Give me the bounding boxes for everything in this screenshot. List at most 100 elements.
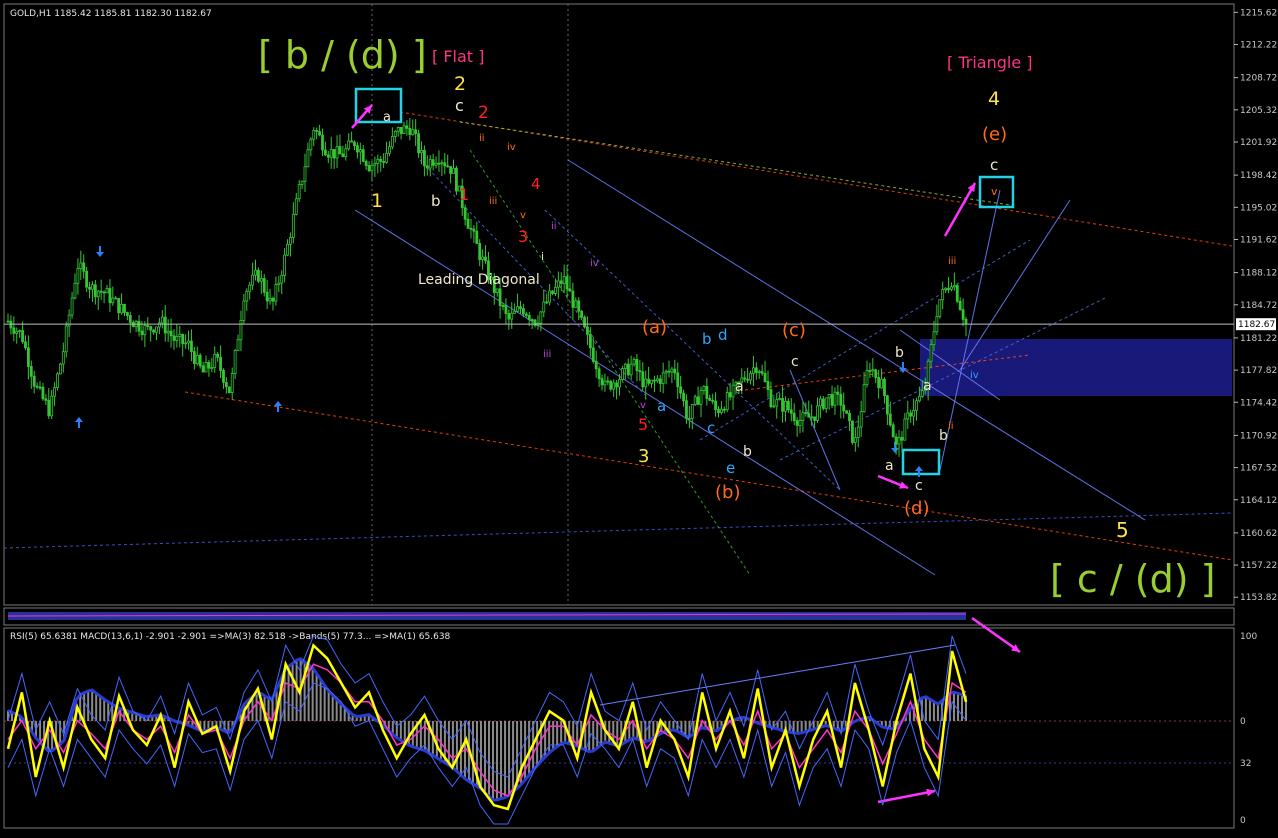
candle-body xyxy=(626,363,630,376)
candle-body xyxy=(111,297,115,304)
candle-body xyxy=(114,297,118,300)
candle-body xyxy=(204,362,208,373)
candle-body xyxy=(714,400,717,410)
candle-body xyxy=(137,320,141,332)
candle-body xyxy=(85,270,89,288)
candle-body xyxy=(821,398,825,409)
candle-body xyxy=(455,167,458,192)
candle-body xyxy=(315,130,319,132)
candle-body xyxy=(32,375,36,387)
wave-label: [ Flat ] xyxy=(432,47,484,66)
candle-body xyxy=(638,370,642,373)
candle-body xyxy=(230,373,234,393)
candle-body xyxy=(335,146,339,159)
candle-body xyxy=(682,392,685,402)
candle-body xyxy=(720,408,723,413)
candle-body xyxy=(356,145,359,153)
candle-body xyxy=(242,300,246,321)
candle-body xyxy=(819,398,822,407)
price-tick-label: 1170.92 xyxy=(1240,431,1277,441)
candle-body xyxy=(760,371,764,374)
price-tick-label: 1188.12 xyxy=(1240,269,1277,279)
candle-body xyxy=(245,290,249,302)
indicator-header: RSI(5) 65.6381 MACD(13,6,1) -2.901 -2.90… xyxy=(10,632,451,642)
candle-body xyxy=(591,347,595,362)
candle-body xyxy=(15,330,19,334)
wave-label: (c) xyxy=(782,320,806,341)
candle-body xyxy=(472,228,476,232)
candle-body xyxy=(102,291,106,294)
price-tick-label: 1184.72 xyxy=(1240,301,1277,311)
candle-body xyxy=(784,400,787,412)
candle-body xyxy=(915,400,918,411)
candle-body xyxy=(192,351,196,364)
candle-body xyxy=(824,397,828,409)
candle-body xyxy=(393,130,397,137)
candle-body xyxy=(21,330,24,343)
candle-body xyxy=(332,149,336,159)
candle-body xyxy=(422,150,426,167)
wave-label: 1 xyxy=(371,190,383,212)
candle-body xyxy=(283,254,287,276)
wave-label: b xyxy=(939,428,948,444)
candle-body xyxy=(952,285,956,288)
candle-body xyxy=(711,399,715,402)
candle-body xyxy=(632,359,636,365)
candle-body xyxy=(376,158,380,164)
candle-body xyxy=(99,290,103,293)
candle-body xyxy=(207,362,211,369)
candle-body xyxy=(93,284,97,298)
wave-label: (d) xyxy=(904,498,929,519)
candle-body xyxy=(222,370,225,383)
candle-body xyxy=(874,369,878,378)
candle-body xyxy=(588,333,592,349)
candle-body xyxy=(571,290,575,308)
candle-body xyxy=(865,370,869,386)
candle-body xyxy=(565,276,569,290)
candle-body xyxy=(577,300,581,312)
candle-body xyxy=(763,372,767,382)
candle-body xyxy=(388,146,391,154)
candle-body xyxy=(845,410,849,414)
candle-body xyxy=(280,274,284,284)
candle-body xyxy=(414,129,418,135)
candle-body xyxy=(789,409,793,414)
candle-body xyxy=(105,288,109,294)
candle-body xyxy=(853,437,857,443)
candle-body xyxy=(519,306,522,309)
candle-body xyxy=(641,371,645,388)
wave-label: c xyxy=(990,156,998,174)
candle-body xyxy=(594,361,598,370)
candle-body xyxy=(717,409,720,413)
candle-body xyxy=(667,370,671,373)
candle-body xyxy=(178,333,182,337)
chart-svg[interactable]: GOLD,H1 1185.42 1185.81 1182.30 1182.67 … xyxy=(0,0,1278,834)
candle-body xyxy=(353,141,356,147)
candle-body xyxy=(213,353,217,368)
candle-body xyxy=(775,399,779,407)
candle-body xyxy=(702,385,706,391)
candle-body xyxy=(259,278,263,282)
indicator-tick-label: 100 xyxy=(1240,632,1257,642)
candle-body xyxy=(961,309,965,320)
candle-body xyxy=(650,379,653,384)
candle-body xyxy=(300,180,304,185)
candle-body xyxy=(859,411,863,428)
price-tick-label: 1198.42 xyxy=(1240,171,1277,181)
candle-body xyxy=(219,356,222,371)
candle-body xyxy=(312,130,316,140)
candle-body xyxy=(851,420,854,443)
candle-body xyxy=(559,280,563,284)
candle-body xyxy=(722,408,726,411)
wave-label: (e) xyxy=(982,124,1007,145)
price-tick-label: 1205.32 xyxy=(1240,106,1277,116)
candle-body xyxy=(251,274,254,286)
wave-label: 2 xyxy=(454,73,466,95)
candle-body xyxy=(757,371,761,373)
wave-label: 5 xyxy=(1116,518,1129,542)
wave-label: iii xyxy=(948,256,956,267)
candle-body xyxy=(661,372,665,384)
wave-label: e xyxy=(726,459,735,477)
price-tick-label: 1201.92 xyxy=(1240,138,1277,148)
candle-body xyxy=(556,280,560,288)
